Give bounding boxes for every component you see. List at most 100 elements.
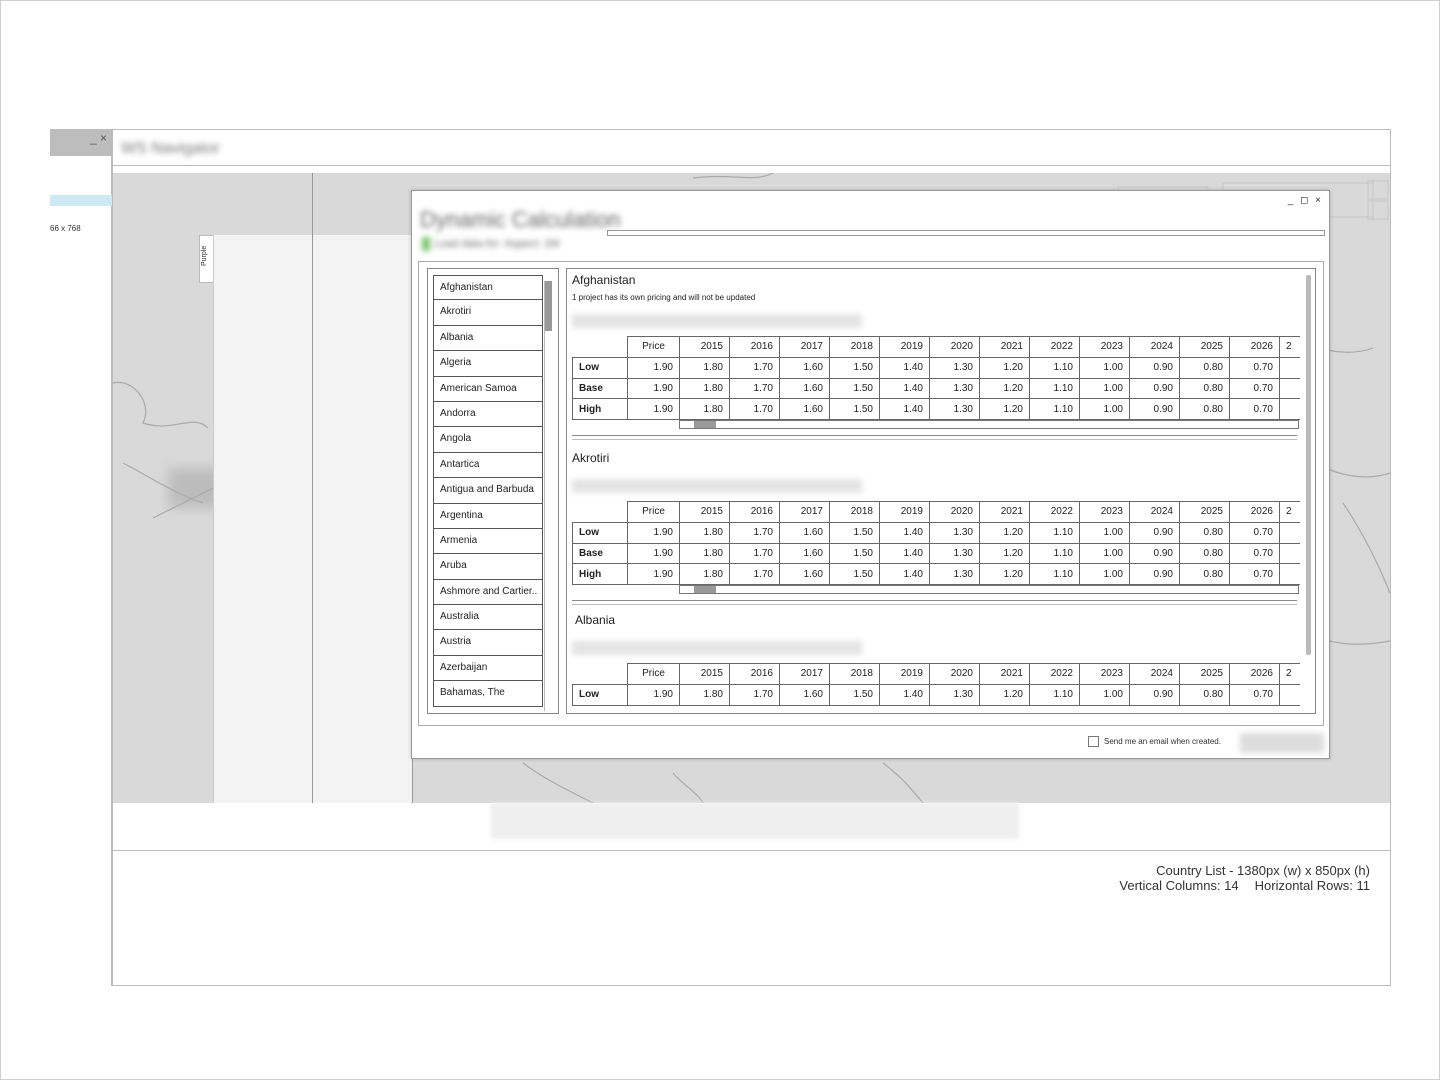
year-value-cell[interactable]: 0.70 — [1229, 563, 1280, 586]
year-value-cell[interactable]: 1.60 — [779, 563, 830, 586]
email-checkbox[interactable] — [1088, 736, 1099, 747]
country-list-item[interactable]: Australia — [433, 605, 543, 631]
country-list-scrollbar[interactable] — [544, 281, 552, 711]
tab-purple[interactable]: Purple — [199, 235, 213, 283]
year-value-cell[interactable]: 0.90 — [1129, 377, 1180, 400]
year-value-cell[interactable]: 1.80 — [679, 356, 730, 379]
year-value-cell[interactable]: 1.00 — [1079, 356, 1130, 379]
year-value-cell[interactable]: 1.70 — [729, 377, 780, 400]
country-list-item[interactable]: Armenia — [433, 528, 543, 555]
year-value-cell[interactable]: 1.50 — [829, 356, 880, 379]
year-value-cell[interactable]: 0.80 — [1179, 398, 1230, 421]
year-value-cell[interactable]: 1.00 — [1079, 563, 1130, 586]
year-value-cell[interactable]: 0.90 — [1129, 521, 1180, 544]
dialog-window-controls[interactable]: _ ◻ × — [1288, 195, 1323, 206]
year-value-cell[interactable]: 1.50 — [829, 377, 880, 400]
scrollbar-thumb[interactable] — [694, 586, 716, 594]
year-value-cell[interactable]: 1.70 — [729, 521, 780, 544]
year-value-cell[interactable]: 0.90 — [1129, 542, 1180, 565]
country-list-item[interactable]: Austria — [433, 630, 543, 656]
year-value-cell[interactable]: 0.90 — [1129, 356, 1180, 379]
year-value-cell[interactable]: 0.80 — [1179, 542, 1230, 565]
year-value-cell[interactable]: 0.70 — [1229, 683, 1280, 706]
year-value-cell[interactable]: 1.30 — [929, 356, 980, 379]
year-value-cell[interactable]: 1.20 — [979, 521, 1030, 544]
country-list-item[interactable]: Afghanistan — [433, 275, 543, 301]
year-value-cell[interactable]: 1.80 — [679, 377, 730, 400]
year-value-cell[interactable]: 1.00 — [1079, 377, 1130, 400]
year-value-cell[interactable]: 1.30 — [929, 683, 980, 706]
year-value-cell[interactable]: 0.70 — [1229, 398, 1280, 421]
year-value-cell[interactable]: 1.30 — [929, 377, 980, 400]
year-value-cell[interactable]: 1.70 — [729, 398, 780, 421]
year-value-cell[interactable]: 1.70 — [729, 356, 780, 379]
year-value-cell[interactable]: 1.10 — [1029, 356, 1080, 379]
year-value-cell[interactable]: 1.00 — [1079, 521, 1130, 544]
price-cell[interactable]: 1.90 — [627, 542, 680, 565]
year-value-cell[interactable]: 0.80 — [1179, 563, 1230, 586]
year-value-cell[interactable]: 1.40 — [879, 683, 930, 706]
year-value-cell[interactable]: 1.20 — [979, 563, 1030, 586]
year-value-cell[interactable]: 1.50 — [829, 542, 880, 565]
year-value-cell[interactable]: 0.90 — [1129, 683, 1180, 706]
window-controls[interactable]: _ × — [90, 131, 107, 145]
year-value-cell[interactable]: 1.20 — [979, 542, 1030, 565]
scrollbar-thumb[interactable] — [545, 281, 552, 331]
year-value-cell[interactable]: 0.70 — [1229, 377, 1280, 400]
year-value-cell[interactable]: 1.10 — [1029, 377, 1080, 400]
scrollbar-thumb[interactable] — [694, 421, 716, 429]
table-horizontal-scrollbar[interactable] — [679, 585, 1299, 595]
price-cell[interactable]: 1.90 — [627, 521, 680, 544]
year-value-cell[interactable]: 1.70 — [729, 683, 780, 706]
year-value-cell[interactable]: 1.60 — [779, 377, 830, 400]
year-value-cell[interactable]: 1.80 — [679, 398, 730, 421]
country-list-item[interactable]: Argentina — [433, 503, 543, 529]
year-value-cell[interactable]: 0.70 — [1229, 356, 1280, 379]
country-list-item[interactable]: Albania — [433, 325, 543, 352]
country-list-item[interactable]: Andorra — [433, 401, 543, 428]
year-value-cell[interactable]: 1.00 — [1079, 398, 1130, 421]
price-cell[interactable]: 1.90 — [627, 356, 680, 379]
year-value-cell[interactable]: 1.20 — [979, 683, 1030, 706]
year-value-cell[interactable]: 1.60 — [779, 356, 830, 379]
country-list-item[interactable]: Antigua and Barbuda — [433, 478, 543, 504]
year-value-cell[interactable]: 1.20 — [979, 356, 1030, 379]
country-list-item[interactable]: Aruba — [433, 554, 543, 580]
year-value-cell[interactable]: 1.40 — [879, 563, 930, 586]
year-value-cell[interactable]: 1.60 — [779, 521, 830, 544]
year-value-cell[interactable]: 1.10 — [1029, 398, 1080, 421]
year-value-cell[interactable]: 1.50 — [829, 398, 880, 421]
table-horizontal-scrollbar[interactable] — [679, 420, 1299, 430]
year-value-cell[interactable]: 0.70 — [1229, 542, 1280, 565]
year-value-cell[interactable]: 1.70 — [729, 563, 780, 586]
year-value-cell[interactable]: 1.60 — [779, 542, 830, 565]
detail-vertical-scrollbar[interactable] — [1306, 275, 1311, 655]
year-value-cell[interactable]: 1.50 — [829, 563, 880, 586]
year-value-cell[interactable]: 1.40 — [879, 542, 930, 565]
price-cell[interactable]: 1.90 — [627, 398, 680, 421]
year-value-cell[interactable]: 1.50 — [829, 683, 880, 706]
year-value-cell[interactable]: 1.40 — [879, 356, 930, 379]
price-cell[interactable]: 1.90 — [627, 683, 680, 706]
year-value-cell[interactable]: 1.20 — [979, 377, 1030, 400]
country-list-item[interactable]: American Samoa — [433, 376, 543, 402]
country-list-item[interactable]: Angola — [433, 427, 543, 453]
country-list-item[interactable]: Akrotiri — [433, 300, 543, 326]
year-value-cell[interactable]: 1.10 — [1029, 542, 1080, 565]
year-value-cell[interactable]: 1.30 — [929, 542, 980, 565]
country-list-item[interactable]: Algeria — [433, 351, 543, 377]
year-value-cell[interactable]: 1.30 — [929, 563, 980, 586]
year-value-cell[interactable]: 1.30 — [929, 521, 980, 544]
year-value-cell[interactable]: 1.80 — [679, 563, 730, 586]
year-value-cell[interactable]: 0.90 — [1129, 563, 1180, 586]
year-value-cell[interactable]: 0.80 — [1179, 683, 1230, 706]
year-value-cell[interactable]: 1.10 — [1029, 683, 1080, 706]
year-value-cell[interactable]: 1.60 — [779, 398, 830, 421]
price-cell[interactable]: 1.90 — [627, 377, 680, 400]
year-value-cell[interactable]: 1.20 — [979, 398, 1030, 421]
year-value-cell[interactable]: 1.80 — [679, 521, 730, 544]
year-value-cell[interactable]: 1.40 — [879, 521, 930, 544]
country-list-item[interactable]: Ashmore and Cartier.. — [433, 579, 543, 606]
year-value-cell[interactable]: 0.70 — [1229, 521, 1280, 544]
country-list-item[interactable]: Antartica — [433, 452, 543, 479]
